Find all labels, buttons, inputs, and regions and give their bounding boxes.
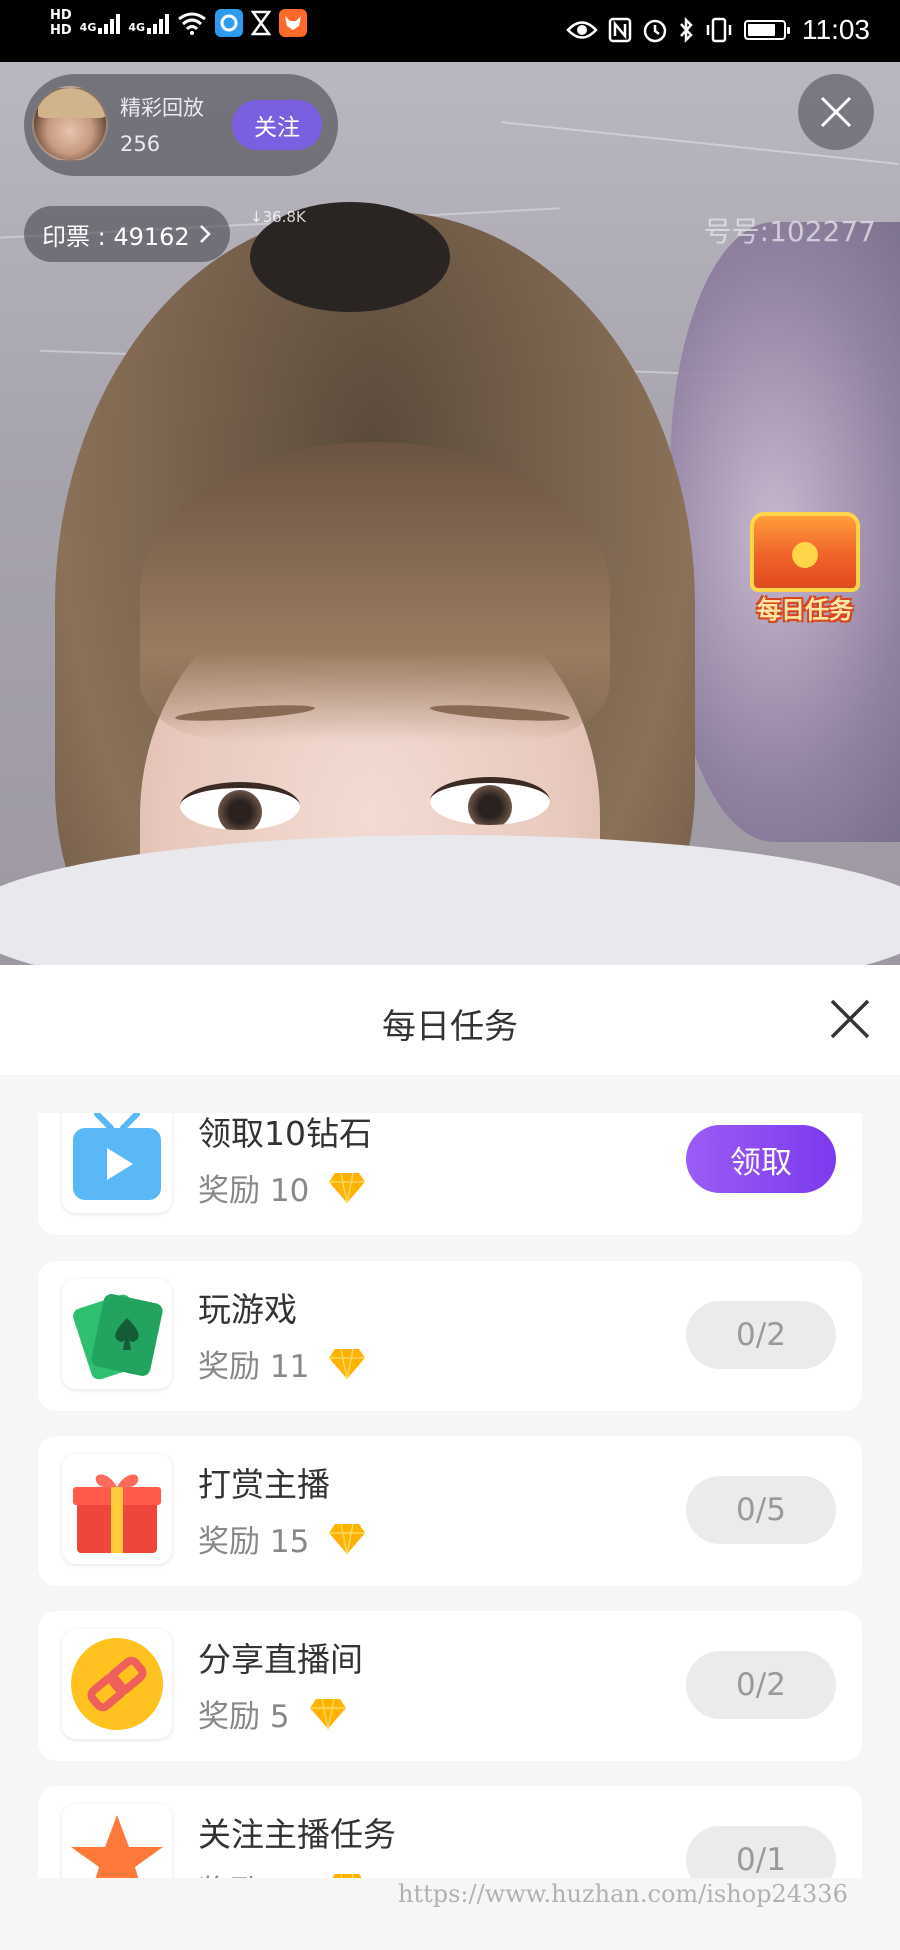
ticket-pill[interactable]: 印票 : 49162 xyxy=(24,206,230,262)
fox-app-icon xyxy=(279,9,308,37)
diamond-icon xyxy=(329,1523,366,1554)
daily-task-float-label: 每日任务 xyxy=(757,596,853,624)
task-reward: 奖励 11 xyxy=(198,1341,367,1386)
bluetooth-icon xyxy=(680,17,693,43)
hd1-label: HD xyxy=(50,8,72,23)
tv-play-icon xyxy=(62,1113,172,1213)
task-reward-text: 奖励 10 xyxy=(198,1173,310,1209)
battery-level xyxy=(748,24,776,36)
streamer-bangs xyxy=(140,442,610,742)
host-avatar[interactable] xyxy=(32,86,108,162)
download-speed: ↓36.8K xyxy=(250,208,306,226)
daily-task-sheet: 每日任务 领取10钻石 奖励 10 领取 玩游戏 奖励 11 0/2 打赏主播 … xyxy=(0,965,900,1950)
task-title: 领取10钻石 xyxy=(198,1114,372,1153)
task-list[interactable]: 领取10钻石 奖励 10 领取 玩游戏 奖励 11 0/2 打赏主播 奖励 15… xyxy=(0,1113,900,1878)
nfc-icon xyxy=(608,17,632,43)
viewer-count: 256 xyxy=(120,132,161,156)
clock: 11:03 xyxy=(802,14,870,45)
signal-icon-2: 4G xyxy=(128,12,170,34)
task-item: 玩游戏 奖励 11 0/2 xyxy=(38,1261,862,1411)
eye-icon xyxy=(566,21,598,39)
ticket-text: 印票 : 49162 xyxy=(42,222,190,251)
task-reward: 奖励 5 xyxy=(198,1691,348,1736)
task-reward: 奖励 10 xyxy=(198,1165,367,1210)
network-type-1: 4G xyxy=(79,21,97,34)
browser-app-icon xyxy=(215,9,244,37)
gift-box-icon xyxy=(62,1454,172,1564)
hourglass-icon xyxy=(251,10,272,36)
host-info-pill[interactable]: 精彩回放 256 关注 xyxy=(24,74,338,176)
playing-card-icon xyxy=(62,1279,172,1389)
chevron-right-icon xyxy=(199,225,211,243)
alarm-icon xyxy=(643,19,667,43)
share-link-icon xyxy=(62,1629,172,1739)
battery-icon xyxy=(744,20,790,40)
status-bar: HD HD 4G 4G 11:03 xyxy=(0,0,900,62)
wifi-icon xyxy=(178,12,206,35)
task-title: 分享直播间 xyxy=(198,1640,363,1679)
hd2-label: HD xyxy=(50,23,72,38)
star-icon xyxy=(62,1804,172,1878)
host-name: 精彩回放 xyxy=(120,96,204,120)
close-live-button[interactable] xyxy=(798,74,874,150)
network-type-2: 4G xyxy=(128,21,146,34)
eye-left xyxy=(180,782,300,830)
task-reward-text: 奖励 11 xyxy=(198,1349,310,1385)
sheet-header: 每日任务 xyxy=(0,965,900,1075)
claim-button[interactable]: 领取 xyxy=(686,1125,836,1193)
close-icon xyxy=(820,96,852,128)
diamond-icon xyxy=(332,1873,363,1878)
task-item: 打赏主播 奖励 15 0/5 xyxy=(38,1436,862,1586)
task-progress: 0/2 xyxy=(686,1651,836,1719)
room-id: 号号:102277 xyxy=(703,215,876,248)
task-title: 打赏主播 xyxy=(198,1465,330,1504)
diamond-icon xyxy=(309,1698,346,1729)
task-title: 玩游戏 xyxy=(198,1290,297,1329)
task-reward: 奖励 15 xyxy=(198,1516,367,1561)
task-progress: 0/5 xyxy=(686,1476,836,1544)
task-reward-text: 奖励 5 xyxy=(198,1699,290,1735)
daily-task-float-button[interactable]: 每日任务 xyxy=(740,512,870,632)
task-reward-text: 奖励 10 xyxy=(198,1866,309,1878)
follow-button[interactable]: 关注 xyxy=(232,100,322,150)
pillow xyxy=(0,835,900,965)
task-item: 领取10钻石 奖励 10 领取 xyxy=(38,1113,862,1235)
signal-icon: 4G xyxy=(80,12,121,34)
task-reward: 奖励 10 xyxy=(198,1866,367,1878)
treasure-chest-icon xyxy=(750,512,860,592)
watermark: https://www.huzhan.com/ishop24336 xyxy=(398,1880,848,1908)
task-item: 关注主播任务 奖励 10 0/1 xyxy=(38,1786,862,1878)
task-item: 分享直播间 奖励 5 0/2 xyxy=(38,1611,862,1761)
sheet-close-button[interactable] xyxy=(826,995,874,1043)
vibrate-icon xyxy=(706,17,732,43)
eye-right xyxy=(430,777,550,825)
task-reward-text: 奖励 15 xyxy=(198,1524,310,1560)
hd-indicator: HD HD xyxy=(50,8,72,38)
diamond-icon xyxy=(329,1172,366,1203)
task-title: 关注主播任务 xyxy=(198,1815,396,1854)
sheet-title: 每日任务 xyxy=(382,1007,518,1047)
task-progress: 0/1 xyxy=(686,1826,836,1878)
close-icon xyxy=(830,999,870,1039)
task-progress: 0/2 xyxy=(686,1301,836,1369)
diamond-icon xyxy=(329,1348,366,1379)
